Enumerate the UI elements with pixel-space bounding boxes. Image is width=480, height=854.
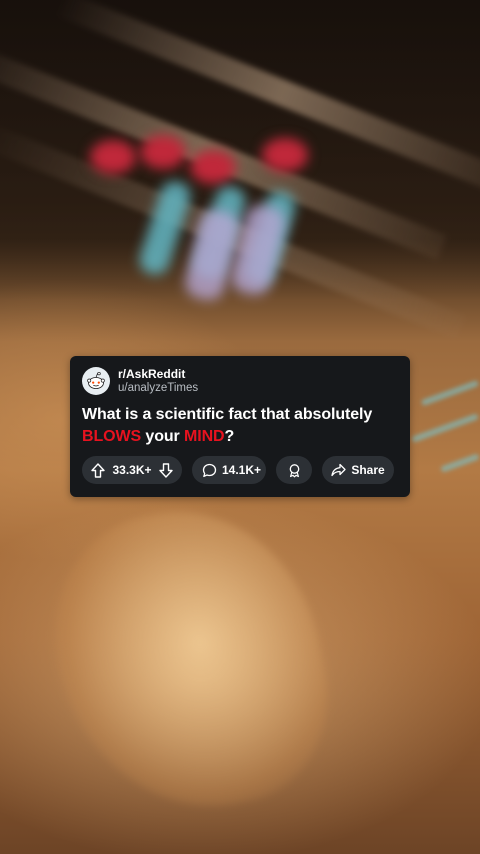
vote-count: 33.3K+ — [112, 463, 152, 477]
title-text: your — [141, 428, 185, 445]
share-label: Share — [351, 463, 385, 477]
arrow-up-icon[interactable] — [91, 462, 105, 478]
post-actions: 33.3K+ 14.1K+ Share — [82, 456, 398, 484]
post-card: r/AskReddit u/analyzeTimes What is a sci… — [70, 356, 410, 497]
title-text: What is a scientific fact that absolutel… — [82, 406, 373, 423]
share-arrow-icon — [331, 463, 346, 477]
comment-bubble-icon — [202, 463, 217, 478]
background-blob — [90, 140, 136, 174]
background-blob — [140, 135, 186, 169]
post-meta: r/AskReddit u/analyzeTimes — [118, 367, 198, 395]
video-background: r/AskReddit u/analyzeTimes What is a sci… — [0, 0, 480, 854]
post-header: r/AskReddit u/analyzeTimes — [82, 366, 398, 396]
title-text: ? — [224, 428, 235, 445]
background-blob — [190, 150, 236, 184]
share-button[interactable]: Share — [322, 456, 394, 484]
award-icon — [287, 463, 302, 478]
subreddit-name[interactable]: r/AskReddit — [118, 367, 198, 381]
comments-button[interactable]: 14.1K+ — [192, 456, 266, 484]
background-blob — [262, 138, 308, 172]
award-button[interactable] — [276, 456, 312, 484]
reddit-snoo-icon — [82, 367, 110, 395]
post-title: What is a scientific fact that absolutel… — [82, 404, 398, 448]
post-author[interactable]: u/analyzeTimes — [118, 381, 198, 395]
title-highlight: MIND — [184, 428, 225, 445]
vote-control: 33.3K+ — [82, 456, 182, 484]
arrow-down-icon[interactable] — [159, 462, 173, 478]
comment-count: 14.1K+ — [222, 463, 262, 477]
title-highlight: BLOWS — [82, 428, 142, 445]
